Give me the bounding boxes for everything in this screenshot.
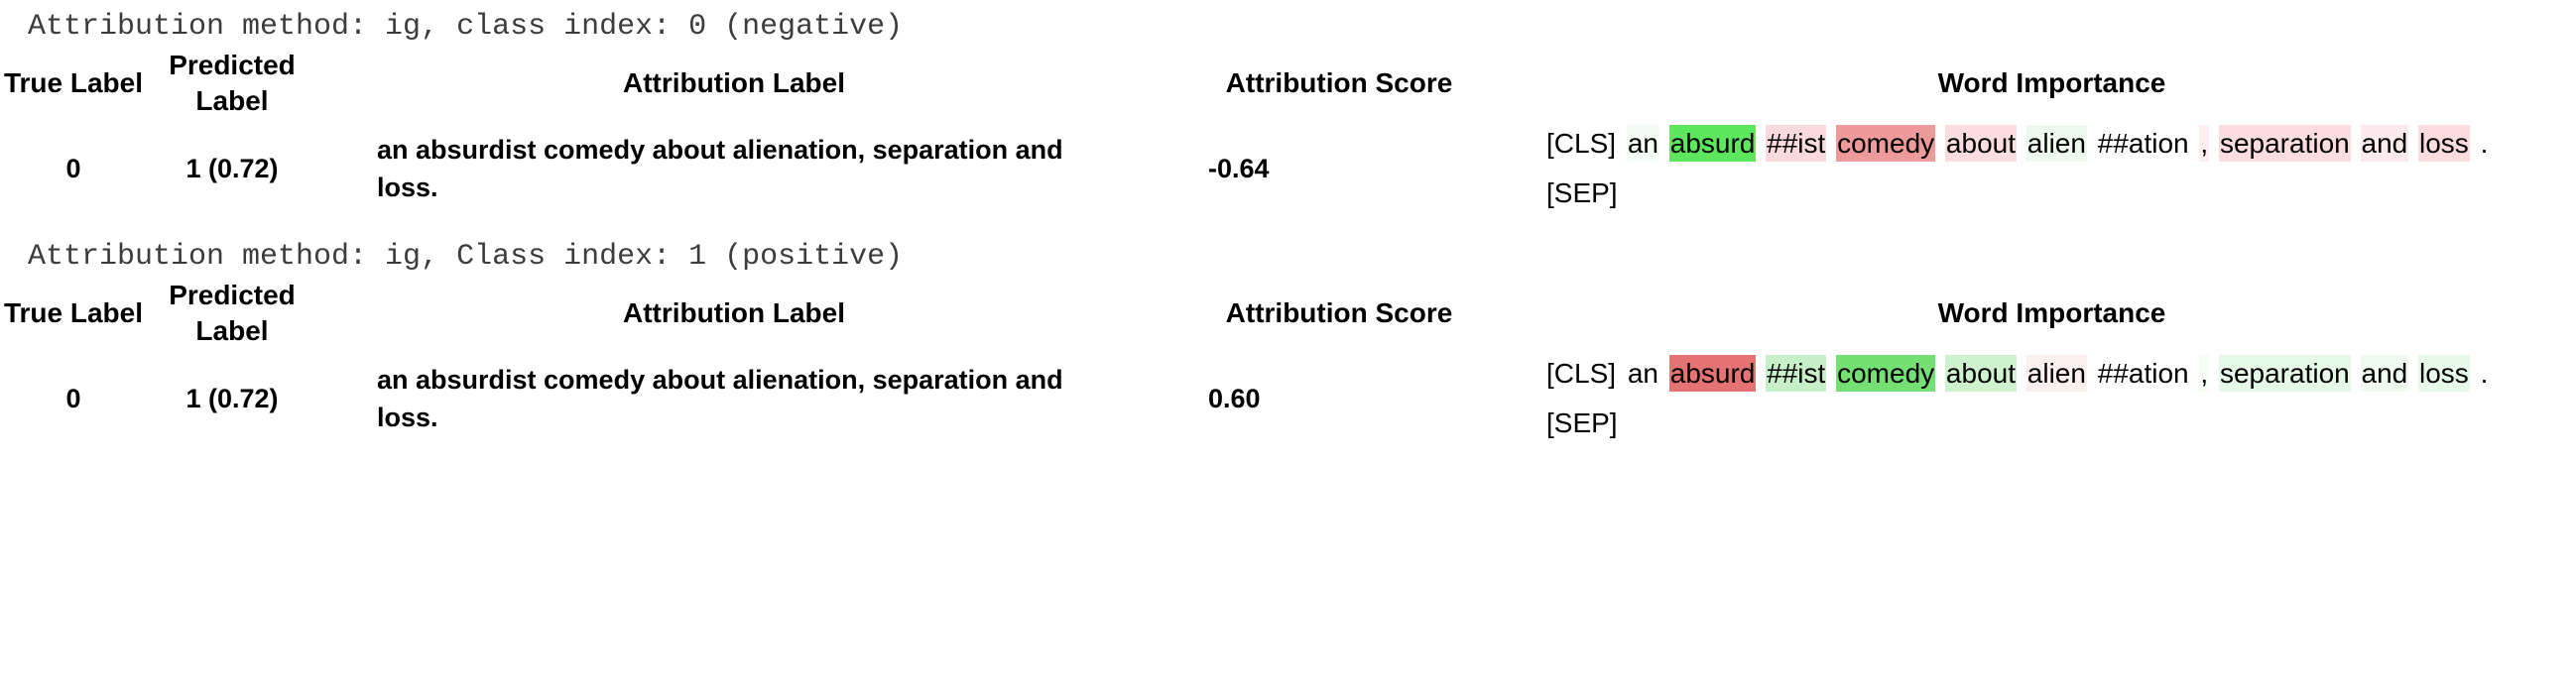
- word-importance-token: and: [2360, 125, 2409, 162]
- header-word-importance: Word Importance: [1937, 297, 2166, 328]
- table-header-row: True Label Predicted Label Attribution L…: [0, 278, 2576, 349]
- word-importance-token: loss: [2418, 125, 2470, 162]
- word-importance-token: alien: [2025, 125, 2087, 162]
- word-importance-token: comedy: [1836, 355, 1936, 392]
- cell-predicted-label: 1 (0.72): [185, 154, 279, 183]
- cell-word-importance: [CLS] an absurd ##ist comedy about alien…: [1528, 349, 2576, 448]
- header-attribution-score: Attribution Score: [1225, 297, 1453, 328]
- word-importance-token: loss: [2418, 355, 2470, 392]
- header-word-importance: Word Importance: [1937, 67, 2166, 98]
- word-importance-token: alien: [2025, 355, 2087, 392]
- header-true-label: True Label: [3, 67, 144, 98]
- word-importance-token: .: [2479, 125, 2490, 162]
- word-importance-token: ,: [2199, 355, 2210, 392]
- table-row: 0 1 (0.72) an absurdist comedy about ali…: [0, 349, 2576, 448]
- cell-word-importance: [CLS] an absurd ##ist comedy about alien…: [1528, 119, 2576, 218]
- word-importance-token: comedy: [1836, 125, 1936, 162]
- word-importance-token: an: [1626, 125, 1659, 162]
- header-attribution-score: Attribution Score: [1225, 67, 1453, 98]
- word-importance-token: ,: [2199, 125, 2210, 162]
- word-importance-token: [SEP]: [1545, 405, 1619, 441]
- table-header-row: True Label Predicted Label Attribution L…: [0, 48, 2576, 119]
- word-importance-token: an: [1626, 355, 1659, 392]
- attribution-table-1: True Label Predicted Label Attribution L…: [0, 48, 2576, 218]
- header-true-label: True Label: [3, 297, 144, 328]
- header-attribution-label: Attribution Label: [623, 297, 845, 328]
- header-predicted-label: Predicted Label: [169, 50, 296, 116]
- word-importance-token: absurd: [1668, 125, 1757, 162]
- word-importance-token: ##ist: [1766, 125, 1827, 162]
- cell-attribution-score: 0.60: [1208, 384, 1261, 413]
- word-importance-token: about: [1944, 355, 2017, 392]
- word-importance-token: ##ation: [2096, 355, 2190, 392]
- cell-attribution-score: -0.64: [1208, 154, 1270, 183]
- header-attribution-label: Attribution Label: [623, 67, 845, 98]
- word-importance-token: and: [2360, 355, 2409, 392]
- cell-true-label: 0: [65, 154, 81, 183]
- attribution-method-line-2: Attribution method: ig, Class index: 1 (…: [28, 240, 904, 274]
- cell-attribution-label: an absurdist comedy about alienation, se…: [377, 135, 1063, 202]
- word-importance-token: ##ist: [1766, 355, 1827, 392]
- word-importance-token: [SEP]: [1545, 174, 1619, 211]
- header-predicted-label: Predicted Label: [169, 280, 296, 346]
- cell-attribution-label: an absurdist comedy about alienation, se…: [377, 365, 1063, 432]
- attribution-visualization: Attribution method: ig, class index: 0 (…: [0, 0, 2576, 448]
- table-row: 0 1 (0.72) an absurdist comedy about ali…: [0, 119, 2576, 218]
- cell-predicted-label: 1 (0.72): [185, 384, 279, 413]
- word-importance-token: absurd: [1668, 355, 1757, 392]
- word-importance-token: separation: [2218, 355, 2351, 392]
- attribution-table-2: True Label Predicted Label Attribution L…: [0, 278, 2576, 448]
- word-importance-token: ##ation: [2096, 125, 2190, 162]
- attribution-method-line-1: Attribution method: ig, class index: 0 (…: [28, 10, 904, 44]
- word-importance-token: [CLS]: [1545, 355, 1618, 392]
- word-importance-token: about: [1944, 125, 2017, 162]
- word-importance-token: separation: [2218, 125, 2351, 162]
- cell-true-label: 0: [65, 384, 81, 413]
- word-importance-token: .: [2479, 355, 2490, 392]
- word-importance-token: [CLS]: [1545, 125, 1618, 162]
